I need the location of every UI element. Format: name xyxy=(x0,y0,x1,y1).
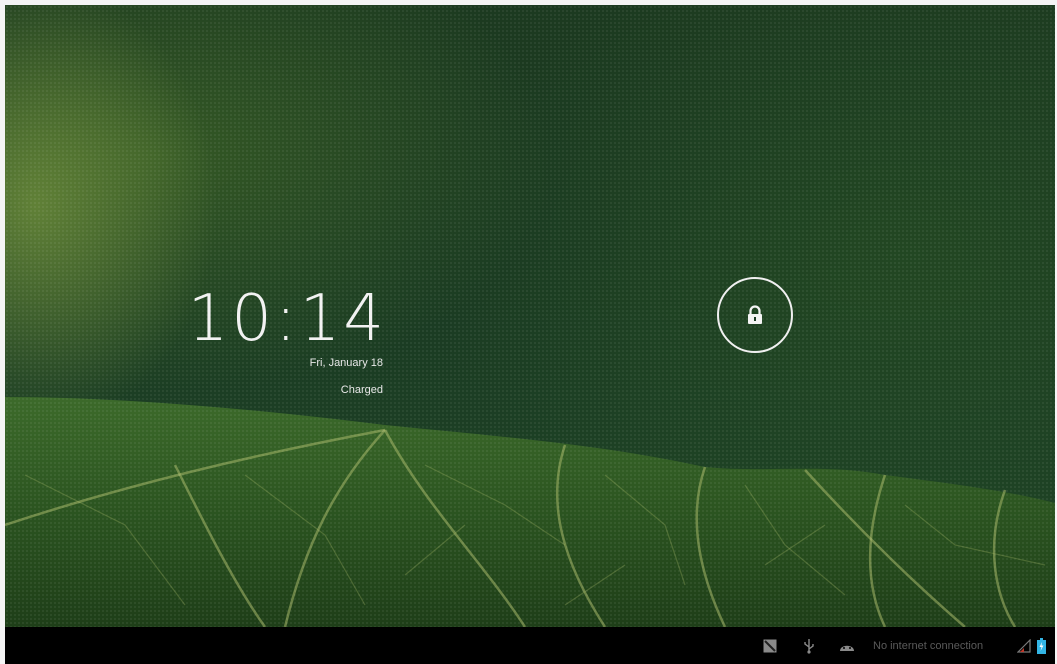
android-debug-icon[interactable] xyxy=(838,627,856,664)
network-status-text: No internet connection xyxy=(873,639,984,652)
battery-icon[interactable] xyxy=(1037,627,1046,664)
lock-clock: 10:14 xyxy=(187,282,387,356)
lock-date: Fri, January 18 xyxy=(309,357,383,369)
system-status-bar: No internet connection xyxy=(5,627,1055,664)
unlock-handle[interactable] xyxy=(717,277,793,353)
lock-screen: 10:14 Fri, January 18 Charged xyxy=(5,5,1055,627)
usb-icon[interactable] xyxy=(803,627,815,664)
screenshot-icon[interactable] xyxy=(763,627,777,664)
battery-status: Charged xyxy=(340,384,383,396)
signal-icon[interactable] xyxy=(1017,627,1031,664)
lock-icon xyxy=(746,305,764,325)
device-frame: 10:14 Fri, January 18 Charged No interne… xyxy=(0,0,1057,664)
